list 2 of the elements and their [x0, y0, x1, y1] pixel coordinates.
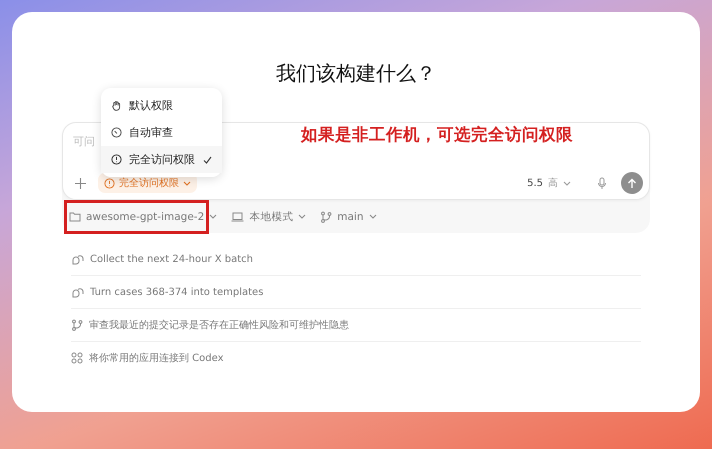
annotation-text: 如果是非工作机，可选完全访问权限 [301, 124, 573, 146]
page-title: 我们该构建什么？ [275, 60, 437, 86]
